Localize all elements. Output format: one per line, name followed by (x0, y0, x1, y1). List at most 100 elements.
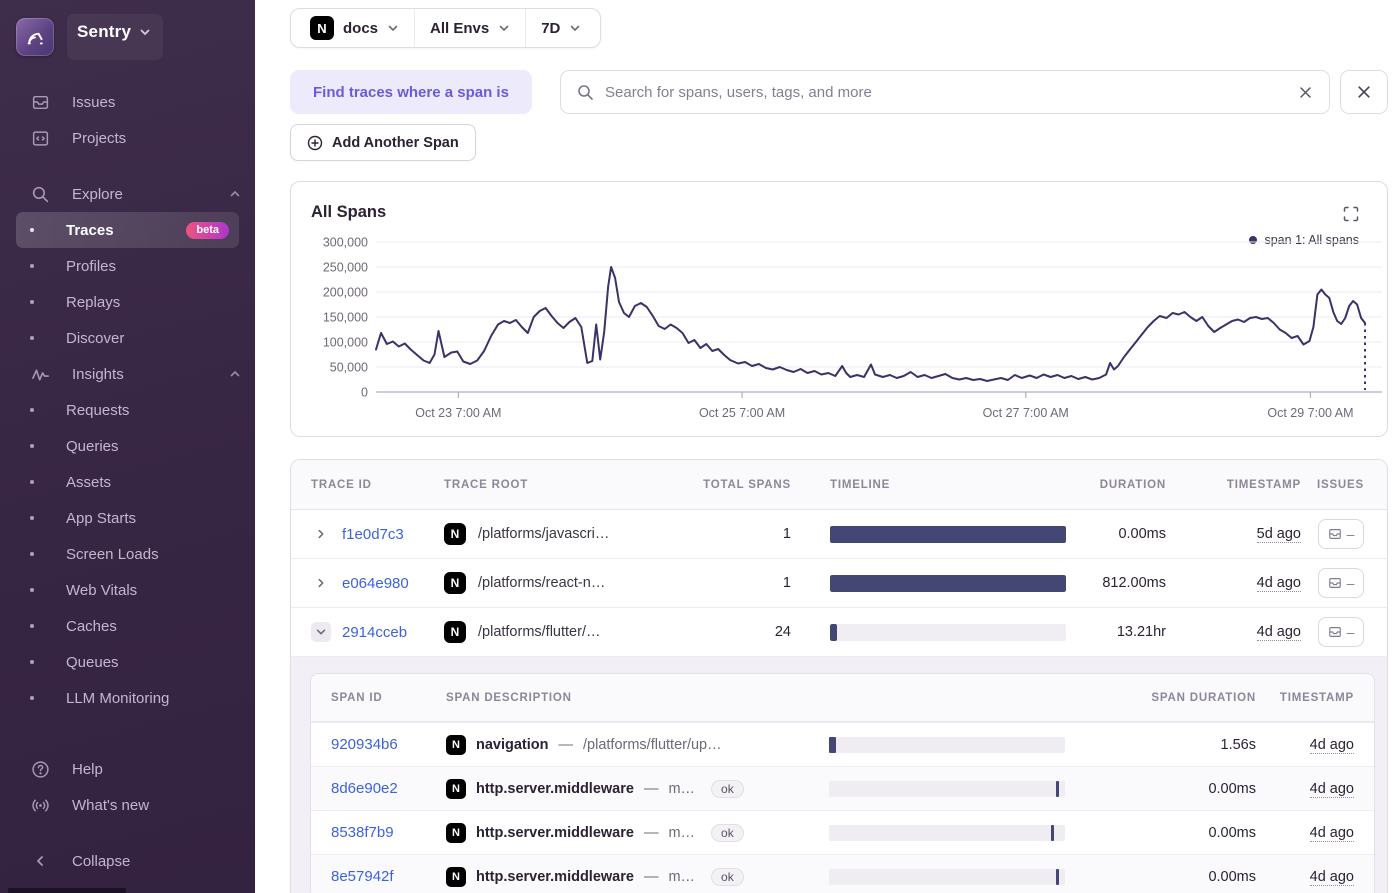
sidebar-item-screen-loads[interactable]: Screen Loads (16, 536, 239, 572)
org-switcher[interactable]: Sentry (0, 0, 255, 70)
svg-text:0: 0 (361, 386, 368, 400)
svg-text:Oct 27 7:00 AM: Oct 27 7:00 AM (983, 406, 1069, 420)
col-span-timestamp: TIMESTAMP (1279, 691, 1354, 704)
sidebar-item-whats-new[interactable]: What's new (0, 787, 255, 823)
trace-id-link[interactable]: 2914cceb (342, 624, 407, 641)
add-another-span-button[interactable]: Add Another Span (290, 124, 476, 161)
sidebar-item-label: Queues (66, 653, 119, 671)
chevron-right-icon (318, 529, 324, 539)
trace-root-path: /platforms/react-n… (478, 575, 606, 591)
expand-row-button[interactable] (311, 524, 331, 544)
span-op: navigation (476, 736, 549, 753)
total-spans-value: 1 (782, 526, 791, 542)
sidebar-item-label: Caches (66, 617, 117, 635)
sidebar-item-assets[interactable]: Assets (16, 464, 239, 500)
timestamp-link[interactable]: 4d ago (1256, 575, 1301, 592)
clear-search-button[interactable] (1298, 85, 1313, 100)
timestamp-link[interactable]: 5d ago (1256, 526, 1301, 543)
span-id-link[interactable]: 8538f7b9 (331, 824, 446, 841)
span-timeline-track (829, 824, 1065, 841)
timestamp-link[interactable]: 4d ago (1309, 868, 1354, 886)
span-id-link[interactable]: 8d6e90e2 (331, 780, 446, 797)
trace-id-link[interactable]: e064e980 (342, 575, 409, 592)
span-timeline-track (829, 780, 1065, 797)
span-op: http.server.middleware (476, 780, 634, 797)
find-traces-label[interactable]: Find traces where a span is (290, 70, 532, 114)
environment-selector[interactable]: All Envs (414, 9, 525, 47)
table-row: e064e980 N /platforms/react-n… 1 812.00m… (291, 559, 1387, 608)
search-input[interactable] (605, 83, 1287, 101)
sidebar-item-queues[interactable]: Queues (16, 644, 239, 680)
svg-text:Oct 23 7:00 AM: Oct 23 7:00 AM (415, 406, 501, 420)
timestamp-link[interactable]: 4d ago (1309, 824, 1354, 842)
project-selector[interactable]: N docs (295, 9, 414, 47)
col-issues: ISSUES (1316, 478, 1364, 491)
sidebar-item-label: Queries (66, 437, 119, 455)
sidebar-item-app-starts[interactable]: App Starts (16, 500, 239, 536)
col-trace-root: TRACE ROOT (444, 478, 529, 491)
span-id-link[interactable]: 920934b6 (331, 736, 446, 753)
issues-count-button[interactable]: – (1318, 568, 1364, 598)
date-range-selector[interactable]: 7D (525, 9, 596, 47)
svg-text:150,000: 150,000 (323, 311, 368, 325)
traces-table-header: TRACE ID TRACE ROOT TOTAL SPANS TIMELINE… (291, 460, 1387, 510)
collapse-row-button[interactable] (311, 622, 331, 642)
span-id-link[interactable]: 8e57942f (331, 868, 446, 885)
all-spans-line-chart: 0 50,000 100,000 150,000 200,000 250,000 300,0… (323, 236, 1382, 420)
issues-icon (30, 93, 50, 112)
sidebar-item-replays[interactable]: Replays (16, 284, 239, 320)
chevron-down-icon (388, 25, 398, 32)
span-row: 8e57942f N http.server.middleware — m… o… (311, 854, 1374, 893)
sidebar-item-web-vitals[interactable]: Web Vitals (16, 572, 239, 608)
span-row: 8538f7b9 N http.server.middleware — m… o… (311, 810, 1374, 854)
sidebar-item-projects[interactable]: Projects (0, 120, 255, 156)
sidebar-item-profiles[interactable]: Profiles (16, 248, 239, 284)
sidebar-item-help[interactable]: Help (0, 751, 255, 787)
sidebar-item-caches[interactable]: Caches (16, 608, 239, 644)
timestamp-link[interactable]: 4d ago (1256, 624, 1301, 641)
chevron-up-icon (229, 368, 241, 380)
col-total-spans: TOTAL SPANS (703, 478, 791, 491)
pulse-icon (30, 365, 50, 384)
sidebar-item-discover[interactable]: Discover (16, 320, 239, 356)
expand-row-button[interactable] (311, 573, 331, 593)
issues-count-button[interactable]: – (1318, 617, 1364, 647)
span-timeline-track (829, 868, 1065, 885)
span-table-header: SPAN ID SPAN DESCRIPTION SPAN DURATION T… (311, 674, 1374, 722)
chevron-down-icon (316, 629, 326, 635)
timestamp-link[interactable]: 4d ago (1309, 780, 1354, 798)
sidebar-item-issues[interactable]: Issues (0, 84, 255, 120)
trace-id-link[interactable]: f1e0d7c3 (342, 526, 404, 543)
span-description: m… (668, 868, 696, 885)
nextjs-platform-icon: N (446, 866, 466, 887)
bullet-dot (30, 408, 34, 412)
sidebar-item-label: Replays (66, 293, 121, 311)
bullet-dot (30, 444, 34, 448)
chevron-down-icon (140, 29, 150, 36)
col-span-description: SPAN DESCRIPTION (446, 691, 572, 704)
sidebar-item-traces[interactable]: Traces beta (16, 212, 239, 248)
chevron-right-icon (318, 578, 324, 588)
svg-text:Oct 29 7:00 AM: Oct 29 7:00 AM (1267, 406, 1353, 420)
org-dropdown-button[interactable]: Sentry (67, 14, 164, 60)
bullet-dot (30, 336, 34, 340)
sidebar-item-queries[interactable]: Queries (16, 428, 239, 464)
remove-span-filter-button[interactable] (1340, 70, 1388, 114)
timestamp-link[interactable]: 4d ago (1309, 736, 1354, 754)
sidebar-item-requests[interactable]: Requests (16, 392, 239, 428)
sidebar-section-explore[interactable]: Explore (0, 176, 255, 212)
nextjs-platform-icon: N (310, 16, 334, 40)
section-label: Explore (72, 185, 123, 203)
span-description: /platforms/flutter/up… (583, 736, 722, 753)
issues-count: – (1346, 575, 1355, 591)
issues-count-button[interactable]: – (1318, 519, 1364, 549)
sidebar-item-llm-monitoring[interactable]: LLM Monitoring (16, 680, 239, 716)
nextjs-platform-icon: N (446, 822, 466, 843)
sidebar-item-label: Requests (66, 401, 130, 419)
sidebar-section-insights[interactable]: Insights (0, 356, 255, 392)
sidebar-collapse-button[interactable]: Collapse (0, 843, 255, 879)
col-span-id: SPAN ID (331, 691, 383, 704)
date-range-value: 7D (541, 19, 561, 37)
sidebar-item-label: Web Vitals (66, 581, 138, 599)
sidebar-item-label: What's new (72, 796, 150, 814)
